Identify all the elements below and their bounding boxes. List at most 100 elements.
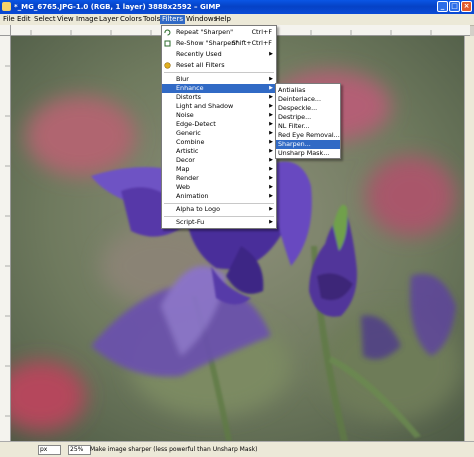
submenu-arrow-icon: ▶ [269,130,273,136]
minimize-button[interactable]: _ [437,1,448,12]
menu-item-label: Reset all Filters [176,61,225,69]
submenu-arrow-icon: ▶ [269,193,273,199]
menu-item-artistic[interactable]: Artistic ▶ [162,147,276,156]
status-bar: px 25% Make image sharper (less powerful… [0,441,474,457]
reset-icon [164,62,171,69]
menu-item-sharpen[interactable]: Sharpen... [276,140,340,149]
submenu-arrow-icon: ▶ [269,184,273,190]
submenu-arrow-icon: ▶ [269,112,273,118]
menu-item-label: Blur [176,75,189,83]
menu-item-animation[interactable]: Animation ▶ [162,192,276,201]
submenu-arrow-icon: ▶ [269,148,273,154]
menu-item-script-fu[interactable]: Script-Fu ▶ [162,218,276,227]
menu-item-destripe[interactable]: Destripe... [276,113,340,122]
ruler-corner[interactable] [0,25,11,36]
submenu-arrow-icon: ▶ [269,85,273,91]
menu-item-label: Noise [176,111,194,119]
menu-item-despeckle[interactable]: Despeckle... [276,104,340,113]
menu-item-repeat-sharpen[interactable]: Repeat "Sharpen" Ctrl+F [162,28,276,37]
menu-item-label: Deinterlace... [278,95,321,103]
menu-item-enhance[interactable]: Enhance ▶ [162,84,276,93]
menu-help[interactable]: Help [213,15,233,24]
menu-item-distorts[interactable]: Distorts ▶ [162,93,276,102]
menu-item-label: Script-Fu [176,218,205,226]
menu-item-label: Enhance [176,84,204,92]
vertical-scrollbar[interactable] [464,36,474,441]
status-message: Make image sharper (less powerful than U… [90,446,258,453]
menu-item-reset-all-filters[interactable]: Reset all Filters [162,61,276,70]
submenu-arrow-icon: ▶ [269,103,273,109]
menu-item-nl-filter[interactable]: NL Filter... [276,122,340,131]
menu-item-alpha-to-logo[interactable]: Alpha to Logo ▶ [162,205,276,214]
menu-item-label: Red Eye Removal... [278,131,340,139]
menu-item-web[interactable]: Web ▶ [162,183,276,192]
menu-item-label: Alpha to Logo [176,205,220,213]
menu-view[interactable]: View [55,15,76,24]
menu-select[interactable]: Select [32,15,58,24]
menu-item-label: Map [176,165,190,173]
menu-item-blur[interactable]: Blur ▶ [162,75,276,84]
submenu-arrow-icon: ▶ [269,121,273,127]
menu-item-label: Sharpen... [278,140,311,148]
gimp-app-icon [2,2,11,11]
menu-separator [164,203,274,204]
menu-item-label: Antialias [278,86,306,94]
menu-separator [164,216,274,217]
submenu-arrow-icon: ▶ [269,219,273,225]
menu-item-label: Decor [176,156,195,164]
menu-layer[interactable]: Layer [97,15,121,24]
menu-item-render[interactable]: Render ▶ [162,174,276,183]
menu-item-shortcut: Shift+Ctrl+F [231,39,272,47]
menu-filters[interactable]: Filters [160,15,185,24]
title-bar[interactable]: *_MG_6765.JPG-1.0 (RGB, 1 layer) 3888x25… [0,0,474,14]
menu-item-reshow-sharpen[interactable]: Re-Show "Sharpen" Shift+Ctrl+F [162,39,276,48]
submenu-arrow-icon: ▶ [269,157,273,163]
menu-edit[interactable]: Edit [15,15,33,24]
zoom-selector[interactable]: 25% [68,445,91,455]
close-button[interactable]: × [461,1,472,12]
repeat-icon [164,29,171,36]
menu-item-recently-used[interactable]: Recently Used ▶ [162,50,276,59]
menu-item-generic[interactable]: Generic ▶ [162,129,276,138]
menu-separator [164,72,274,73]
menu-item-label: Artistic [176,147,199,155]
vertical-ruler [0,36,11,441]
submenu-arrow-icon: ▶ [269,94,273,100]
submenu-arrow-icon: ▶ [269,175,273,181]
submenu-arrow-icon: ▶ [269,76,273,82]
menu-item-label: Repeat "Sharpen" [176,28,234,36]
menu-item-label: Web [176,183,190,191]
window-title: *_MG_6765.JPG-1.0 (RGB, 1 layer) 3888x25… [14,3,221,11]
menu-item-label: Recently Used [176,50,222,58]
menu-item-label: Re-Show "Sharpen" [176,39,239,47]
submenu-arrow-icon: ▶ [269,166,273,172]
reshow-icon [164,40,171,47]
menu-item-label: Destripe... [278,113,312,121]
menu-item-decor[interactable]: Decor ▶ [162,156,276,165]
menu-item-label: Combine [176,138,205,146]
menu-item-label: Edge-Detect [176,120,216,128]
menu-item-antialias[interactable]: Antialias [276,86,340,95]
submenu-arrow-icon: ▶ [269,51,273,57]
menu-item-label: Generic [176,129,201,137]
menu-item-shortcut: Ctrl+F [251,28,272,36]
menu-item-label: Light and Shadow [176,102,234,110]
maximize-button[interactable]: □ [449,1,460,12]
menu-item-noise[interactable]: Noise ▶ [162,111,276,120]
menu-item-light-and-shadow[interactable]: Light and Shadow ▶ [162,102,276,111]
menu-item-map[interactable]: Map ▶ [162,165,276,174]
menu-item-red-eye-removal[interactable]: Red Eye Removal... [276,131,340,140]
unit-selector[interactable]: px [38,445,61,455]
menu-item-deinterlace[interactable]: Deinterlace... [276,95,340,104]
menu-item-unsharp-mask[interactable]: Unsharp Mask... [276,149,340,158]
menu-item-label: Animation [176,192,209,200]
filters-menu: Repeat "Sharpen" Ctrl+F Re-Show "Sharpen… [161,25,277,229]
enhance-submenu: Antialias Deinterlace... Despeckle... De… [275,83,341,159]
menu-item-label: Distorts [176,93,201,101]
submenu-arrow-icon: ▶ [269,139,273,145]
menu-item-combine[interactable]: Combine ▶ [162,138,276,147]
submenu-arrow-icon: ▶ [269,206,273,212]
menu-item-label: Despeckle... [278,104,318,112]
menu-item-label: Unsharp Mask... [278,149,330,157]
menu-item-edge-detect[interactable]: Edge-Detect ▶ [162,120,276,129]
